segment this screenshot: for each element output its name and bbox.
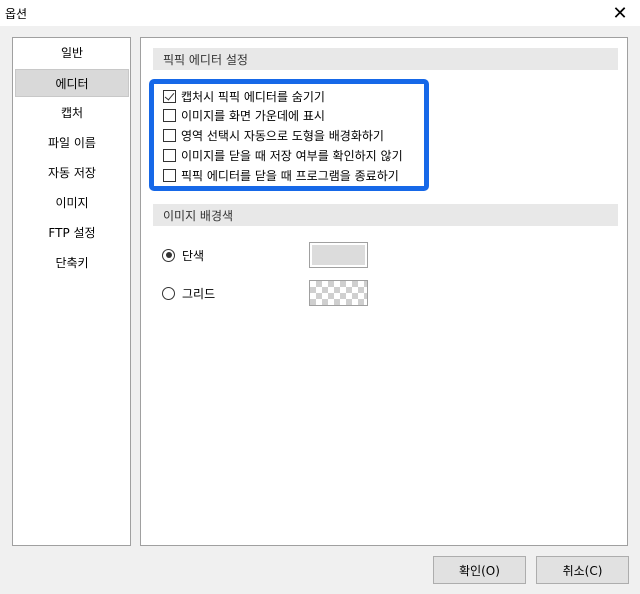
category-label: 이미지 <box>55 195 89 210</box>
option-label: 이미지를 닫을 때 저장 여부를 확인하지 않기 <box>181 148 403 163</box>
category-file-name[interactable]: 파일 이름 <box>15 128 129 156</box>
option-auto-background-shape[interactable]: 영역 선택시 자동으로 도형을 배경화하기 <box>163 126 384 144</box>
checkbox[interactable] <box>163 148 176 162</box>
close-button[interactable]: ✕ <box>600 0 640 26</box>
category-label: 에디터 <box>55 76 89 91</box>
option-label: 이미지를 화면 가운데에 표시 <box>181 108 325 123</box>
radio-button[interactable] <box>162 248 175 262</box>
checkbox[interactable] <box>163 108 176 122</box>
window-title: 옵션 <box>5 7 28 21</box>
section-title: 이미지 배경색 <box>163 208 234 223</box>
category-shortcuts[interactable]: 단축키 <box>15 248 129 276</box>
ok-button[interactable]: 확인(O) <box>433 556 526 584</box>
option-label: 픽픽 에디터를 닫을 때 프로그램을 종료하기 <box>181 168 399 183</box>
image-background-header: 이미지 배경색 <box>153 204 618 226</box>
category-label: 파일 이름 <box>48 135 96 150</box>
category-auto-save[interactable]: 자동 저장 <box>15 158 129 186</box>
radio-button[interactable] <box>162 286 175 300</box>
category-label: 자동 저장 <box>48 165 96 180</box>
options-category-list: 일반 에디터 캡처 파일 이름 자동 저장 이미지 FTP 설정 단축키 <box>12 37 131 546</box>
category-label: 일반 <box>60 45 84 60</box>
category-ftp-settings[interactable]: FTP 설정 <box>15 218 129 246</box>
category-label: FTP 설정 <box>48 225 96 240</box>
category-label: 캡처 <box>60 105 84 120</box>
section-title: 픽픽 에디터 설정 <box>163 52 248 67</box>
category-general[interactable]: 일반 <box>15 38 129 66</box>
radio-label: 단색 <box>182 248 205 263</box>
category-label: 단축키 <box>55 255 89 270</box>
background-solid-option[interactable]: 단색 <box>162 246 204 264</box>
option-label: 캡처시 픽픽 에디터를 숨기기 <box>181 89 325 104</box>
checkbox[interactable] <box>163 89 176 103</box>
option-label: 영역 선택시 자동으로 도형을 배경화하기 <box>181 128 384 143</box>
category-editor[interactable]: 에디터 <box>15 69 129 97</box>
title-bar: 옵션 ✕ <box>0 0 640 26</box>
cancel-button[interactable]: 취소(C) <box>536 556 629 584</box>
solid-color-swatch[interactable] <box>309 242 368 268</box>
option-center-image[interactable]: 이미지를 화면 가운데에 표시 <box>163 106 325 124</box>
button-label: 확인(O) <box>459 563 500 578</box>
checkbox[interactable] <box>163 168 176 182</box>
checkbox[interactable] <box>163 128 176 142</box>
grid-pattern-swatch[interactable] <box>309 280 368 306</box>
options-content-panel: 픽픽 에디터 설정 캡처시 픽픽 에디터를 숨기기 이미지를 화면 가운데에 표… <box>140 37 628 546</box>
close-icon: ✕ <box>612 2 628 24</box>
editor-settings-header: 픽픽 에디터 설정 <box>153 48 618 70</box>
category-capture[interactable]: 캡처 <box>15 98 129 126</box>
background-grid-option[interactable]: 그리드 <box>162 284 215 302</box>
option-hide-editor-on-capture[interactable]: 캡처시 픽픽 에디터를 숨기기 <box>163 87 325 105</box>
button-label: 취소(C) <box>562 563 603 578</box>
category-image[interactable]: 이미지 <box>15 188 129 216</box>
option-no-save-confirm[interactable]: 이미지를 닫을 때 저장 여부를 확인하지 않기 <box>163 146 403 164</box>
option-exit-on-editor-close[interactable]: 픽픽 에디터를 닫을 때 프로그램을 종료하기 <box>163 166 399 184</box>
radio-label: 그리드 <box>182 286 216 301</box>
